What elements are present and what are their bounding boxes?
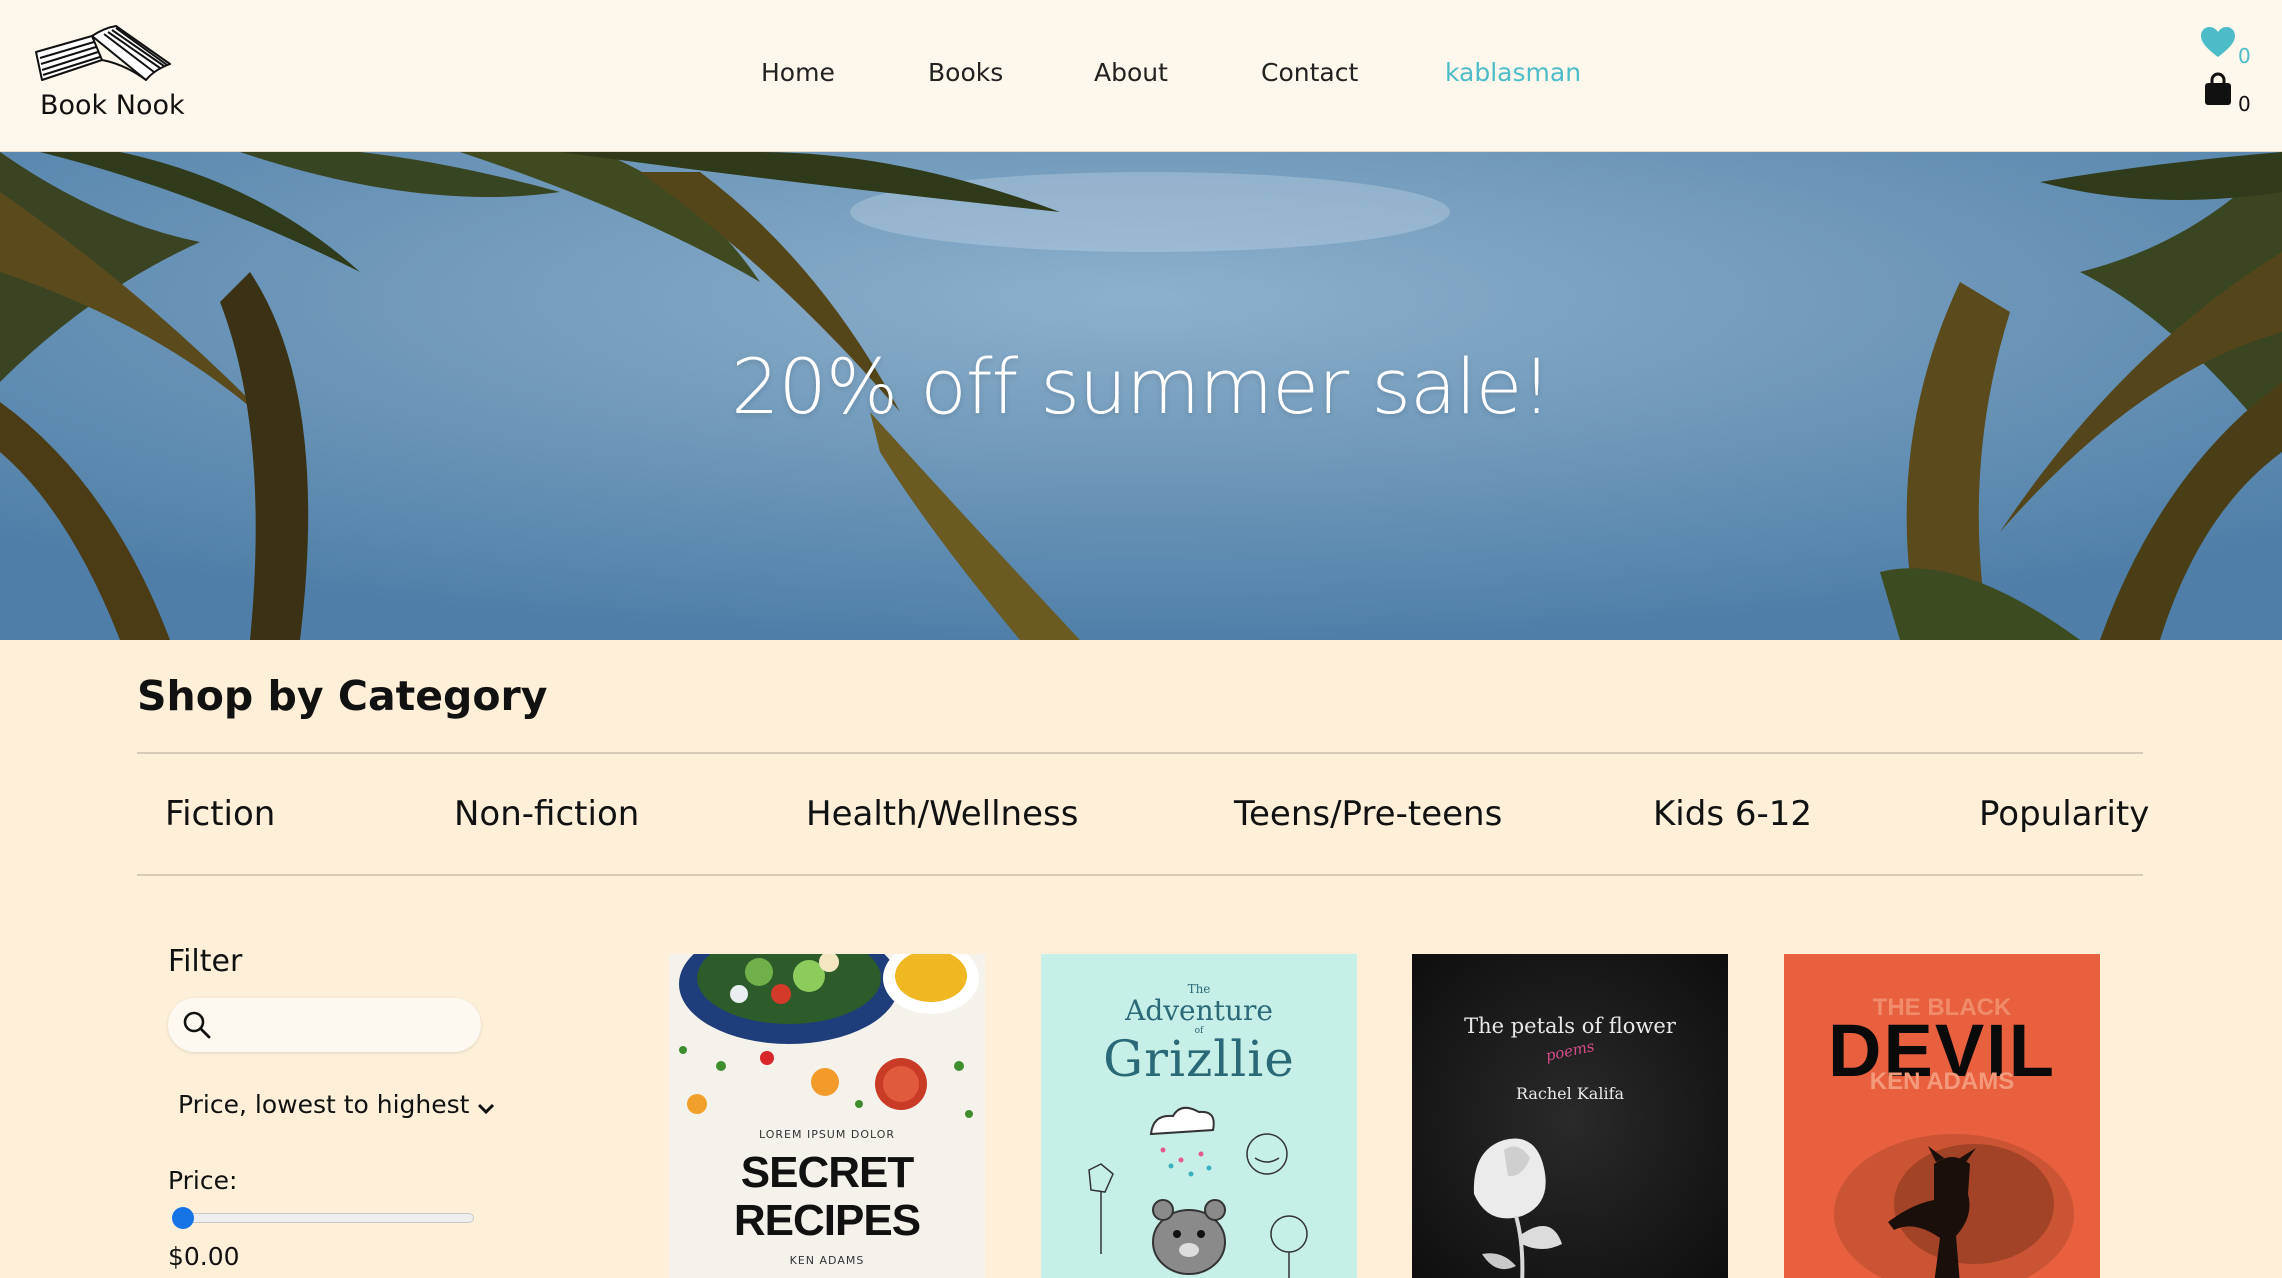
chevron-down-icon (478, 1103, 495, 1114)
heart-icon (2201, 27, 2235, 57)
sort-selected: Price, lowest to highest (178, 1090, 470, 1119)
category-non-fiction[interactable]: Non-fiction (454, 794, 639, 834)
cart-count: 0 (2238, 92, 2251, 116)
favorites-button[interactable]: 0 (2200, 26, 2254, 68)
nav-about[interactable]: About (1094, 58, 1168, 87)
book-card-secret-recipes[interactable]: LOREM IPSUM DOLOR SECRET RECIPES KEN ADA… (669, 954, 985, 1278)
book-title-main: Adventure (1125, 994, 1273, 1027)
book-title-line2: RECIPES (733, 1196, 921, 1245)
shopping-bag-icon (2205, 72, 2231, 105)
book-title-name: Grizllie (1103, 1030, 1295, 1088)
category-section-title: Shop by Category (137, 672, 548, 720)
category-health-wellness[interactable]: Health/Wellness (806, 794, 1078, 834)
search-icon (183, 1011, 211, 1039)
price-value: $0.00 (168, 1242, 240, 1271)
nav-home[interactable]: Home (761, 58, 835, 87)
book-title-line1: SECRET (740, 1148, 914, 1197)
book-author: KEN ADAMS (789, 1254, 865, 1267)
book-card-the-black-devil[interactable]: THE BLACK DEVIL KEN ADAMS (1784, 954, 2100, 1278)
cart-button[interactable]: 0 (2204, 72, 2258, 116)
nav-books[interactable]: Books (928, 58, 1003, 87)
divider (137, 752, 2143, 754)
price-slider-track (176, 1213, 474, 1223)
search-box[interactable] (168, 998, 481, 1052)
book-author: KEN ADAMS (1869, 1068, 2015, 1095)
category-kids-6-12[interactable]: Kids 6-12 (1653, 794, 1812, 834)
hero-title: 20% off summer sale! (731, 342, 1552, 431)
white-rose-illustration (1412, 954, 1728, 1278)
price-slider[interactable] (168, 1204, 476, 1232)
site-header: Book Nook Home Books About Contact kabla… (0, 0, 2282, 152)
category-fiction[interactable]: Fiction (165, 794, 275, 834)
book-card-adventure-of-grizllie[interactable]: The Adventure of Grizllie (1041, 954, 1357, 1278)
filter-title: Filter (168, 944, 243, 979)
hero-banner: 20% off summer sale! (0, 152, 2282, 640)
sort-dropdown[interactable]: Price, lowest to highest (178, 1090, 495, 1122)
divider (137, 874, 2143, 876)
main-nav: Home Books About Contact kablasman (0, 58, 2282, 98)
book-card-petals-of-flower[interactable]: The petals of flower poems Rachel Kalifa (1412, 954, 1728, 1278)
nav-contact[interactable]: Contact (1261, 58, 1358, 87)
search-input[interactable] (220, 1006, 470, 1044)
price-label: Price: (168, 1166, 238, 1195)
favorites-count: 0 (2238, 44, 2251, 68)
category-popularity[interactable]: Popularity (1979, 794, 2149, 834)
book-author: Rachel Kalifa (1515, 1084, 1625, 1103)
price-slider-handle[interactable] (172, 1207, 194, 1229)
nav-user-account[interactable]: kablasman (1445, 58, 1581, 87)
category-teens-preteens[interactable]: Teens/Pre-teens (1234, 794, 1502, 834)
book-label-top: LOREM IPSUM DOLOR (758, 1128, 896, 1141)
